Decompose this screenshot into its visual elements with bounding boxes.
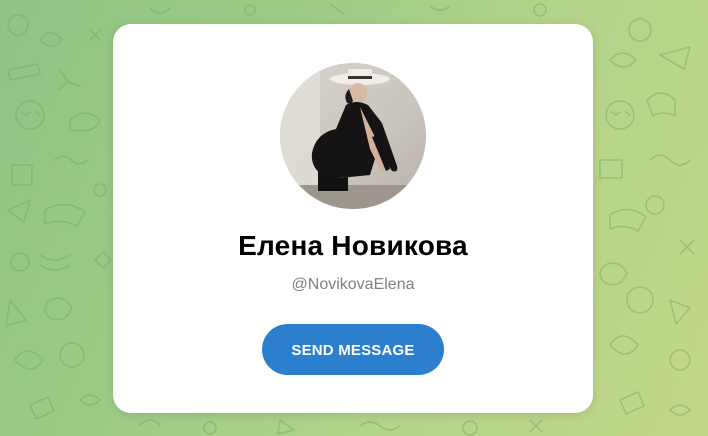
avatar[interactable]	[280, 63, 426, 209]
send-message-button[interactable]: SEND MESSAGE	[262, 324, 444, 375]
profile-card: Елена Новикова @NovikovaElena SEND MESSA…	[113, 24, 593, 413]
profile-name: Елена Новикова	[238, 230, 468, 261]
profile-photo	[280, 63, 426, 209]
profile-username: @NovikovaElena	[291, 276, 415, 293]
